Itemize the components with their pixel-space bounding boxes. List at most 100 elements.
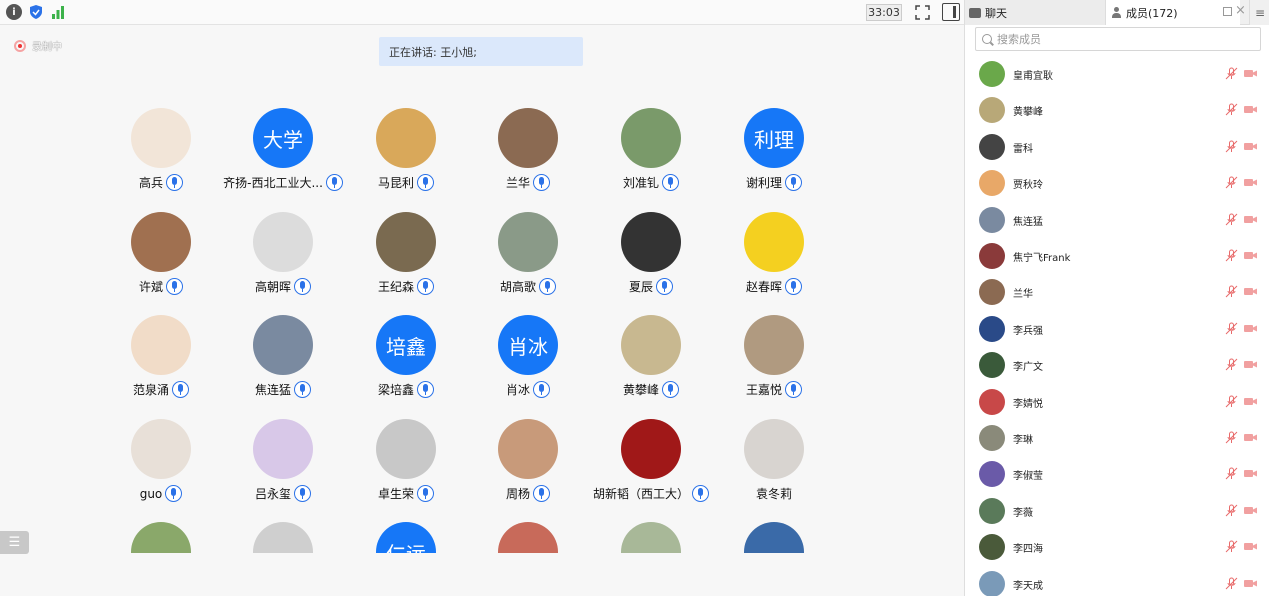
mic-off-icon[interactable] bbox=[1225, 67, 1238, 80]
mic-off-icon[interactable] bbox=[1225, 176, 1238, 189]
avatar-text: 利理 bbox=[754, 127, 794, 152]
member-avatar bbox=[979, 279, 1005, 306]
member-name: 李俶莹 bbox=[1013, 471, 1043, 483]
mic-off-icon[interactable] bbox=[1225, 285, 1238, 298]
mic-off-icon[interactable] bbox=[1225, 358, 1238, 371]
camera-off-icon[interactable] bbox=[1243, 468, 1258, 479]
participant-tile[interactable]: 吕永玺 bbox=[223, 409, 343, 509]
mic-off-icon[interactable] bbox=[1225, 249, 1238, 262]
participant-tile[interactable]: 利理 谢利理 bbox=[714, 98, 834, 198]
mic-off-icon[interactable] bbox=[1225, 431, 1238, 444]
member-name: 李天成 bbox=[1013, 580, 1043, 592]
menu-icon[interactable]: ≡ bbox=[1249, 0, 1269, 25]
member-row[interactable]: 李琳 bbox=[965, 420, 1269, 456]
camera-off-icon[interactable] bbox=[1243, 104, 1258, 115]
participant-tile[interactable] bbox=[101, 512, 221, 553]
participant-tile[interactable]: 刘准钆 bbox=[591, 98, 711, 198]
participant-name: 胡高歌 bbox=[499, 280, 536, 294]
signal-icon[interactable] bbox=[50, 4, 66, 20]
mic-off-icon[interactable] bbox=[1225, 504, 1238, 517]
participant-tile[interactable]: 焦连猛 bbox=[223, 305, 343, 405]
camera-off-icon[interactable] bbox=[1243, 177, 1258, 188]
participant-tile[interactable] bbox=[468, 512, 588, 553]
participant-tile[interactable] bbox=[591, 512, 711, 553]
mic-icon bbox=[417, 485, 434, 502]
tab-members[interactable]: 成员(172) bbox=[1106, 0, 1240, 25]
participant-tile[interactable]: 高朝晖 bbox=[223, 202, 343, 302]
participant-avatar bbox=[253, 522, 313, 553]
mic-off-icon[interactable] bbox=[1225, 540, 1238, 553]
participant-tile[interactable] bbox=[714, 512, 834, 553]
participant-tile[interactable]: 胡新韬（西工大） bbox=[591, 409, 711, 509]
mic-off-icon[interactable] bbox=[1225, 577, 1238, 590]
participant-tile[interactable]: 兰华 bbox=[468, 98, 588, 198]
participant-tile[interactable]: 周杨 bbox=[468, 409, 588, 509]
participant-tile[interactable]: 黄攀峰 bbox=[591, 305, 711, 405]
member-row[interactable]: 焦连猛 bbox=[965, 202, 1269, 238]
mic-off-icon[interactable] bbox=[1225, 213, 1238, 226]
member-row[interactable]: 雷科 bbox=[965, 129, 1269, 165]
camera-off-icon[interactable] bbox=[1243, 250, 1258, 261]
camera-off-icon[interactable] bbox=[1243, 286, 1258, 297]
participant-tile[interactable]: 王嘉悦 bbox=[714, 305, 834, 405]
member-row[interactable]: 李四海 bbox=[965, 529, 1269, 565]
mic-icon bbox=[166, 174, 183, 191]
participant-name: 梁培鑫 bbox=[377, 383, 414, 397]
camera-off-icon[interactable] bbox=[1243, 432, 1258, 443]
participant-tile[interactable]: 肖冰 肖冰 bbox=[468, 305, 588, 405]
member-avatar bbox=[979, 497, 1005, 524]
fullscreen-icon[interactable] bbox=[914, 4, 931, 21]
mic-icon bbox=[785, 278, 802, 295]
camera-off-icon[interactable] bbox=[1243, 214, 1258, 225]
camera-off-icon[interactable] bbox=[1243, 541, 1258, 552]
side-panel-icon[interactable] bbox=[942, 3, 960, 21]
participant-tile[interactable]: 赵春晖 bbox=[714, 202, 834, 302]
camera-off-icon[interactable] bbox=[1243, 141, 1258, 152]
member-row[interactable]: 贾秋玲 bbox=[965, 165, 1269, 201]
camera-off-icon[interactable] bbox=[1243, 68, 1258, 79]
camera-off-icon[interactable] bbox=[1243, 396, 1258, 407]
participant-avatar bbox=[621, 419, 681, 479]
member-row[interactable]: 李广文 bbox=[965, 347, 1269, 383]
mic-off-icon[interactable] bbox=[1225, 103, 1238, 116]
member-avatar bbox=[979, 570, 1005, 596]
camera-off-icon[interactable] bbox=[1243, 578, 1258, 589]
member-row[interactable]: 兰华 bbox=[965, 274, 1269, 310]
member-row[interactable]: 黄攀峰 bbox=[965, 92, 1269, 128]
mic-off-icon[interactable] bbox=[1225, 467, 1238, 480]
person-icon bbox=[1111, 7, 1122, 18]
participant-avatar bbox=[131, 522, 191, 553]
camera-off-icon[interactable] bbox=[1243, 505, 1258, 516]
member-row[interactable]: 李婧悦 bbox=[965, 384, 1269, 420]
participant-name: 范泉涌 bbox=[132, 383, 169, 397]
close-icon[interactable]: × bbox=[1235, 3, 1246, 18]
member-row[interactable]: 李俶莹 bbox=[965, 456, 1269, 492]
mic-off-icon[interactable] bbox=[1225, 140, 1238, 153]
record-dot-icon bbox=[14, 39, 26, 52]
participant-avatar bbox=[621, 108, 681, 168]
member-row[interactable]: 皇甫宜耿 bbox=[965, 56, 1269, 92]
participant-tile[interactable]: 袁冬莉 bbox=[714, 409, 834, 509]
mic-off-icon[interactable] bbox=[1225, 322, 1238, 335]
member-row[interactable]: 李天成 bbox=[965, 566, 1269, 596]
participant-tile[interactable]: 大学 齐扬-西北工业大... bbox=[223, 98, 343, 198]
participant-tile[interactable]: 仁远 bbox=[346, 512, 466, 553]
member-row[interactable]: 焦宁飞Frank bbox=[965, 238, 1269, 274]
participant-tile[interactable] bbox=[223, 512, 343, 553]
info-icon[interactable]: i bbox=[6, 4, 22, 20]
list-toggle-button[interactable]: ☰ bbox=[0, 531, 29, 554]
mic-off-icon[interactable] bbox=[1225, 395, 1238, 408]
mic-icon bbox=[533, 174, 550, 191]
member-row[interactable]: 李兵强 bbox=[965, 311, 1269, 347]
popout-icon[interactable] bbox=[1223, 7, 1232, 16]
participant-avatar bbox=[253, 419, 313, 479]
tab-chat[interactable]: 聊天 bbox=[965, 0, 1106, 25]
participant-tile[interactable]: 胡高歌 bbox=[468, 202, 588, 302]
member-row[interactable]: 李薇 bbox=[965, 493, 1269, 529]
participant-name: 赵春晖 bbox=[745, 280, 782, 294]
participant-tile[interactable]: 夏辰 bbox=[591, 202, 711, 302]
camera-off-icon[interactable] bbox=[1243, 323, 1258, 334]
shield-icon[interactable] bbox=[28, 4, 44, 20]
search-input[interactable] bbox=[997, 32, 1247, 46]
camera-off-icon[interactable] bbox=[1243, 359, 1258, 370]
